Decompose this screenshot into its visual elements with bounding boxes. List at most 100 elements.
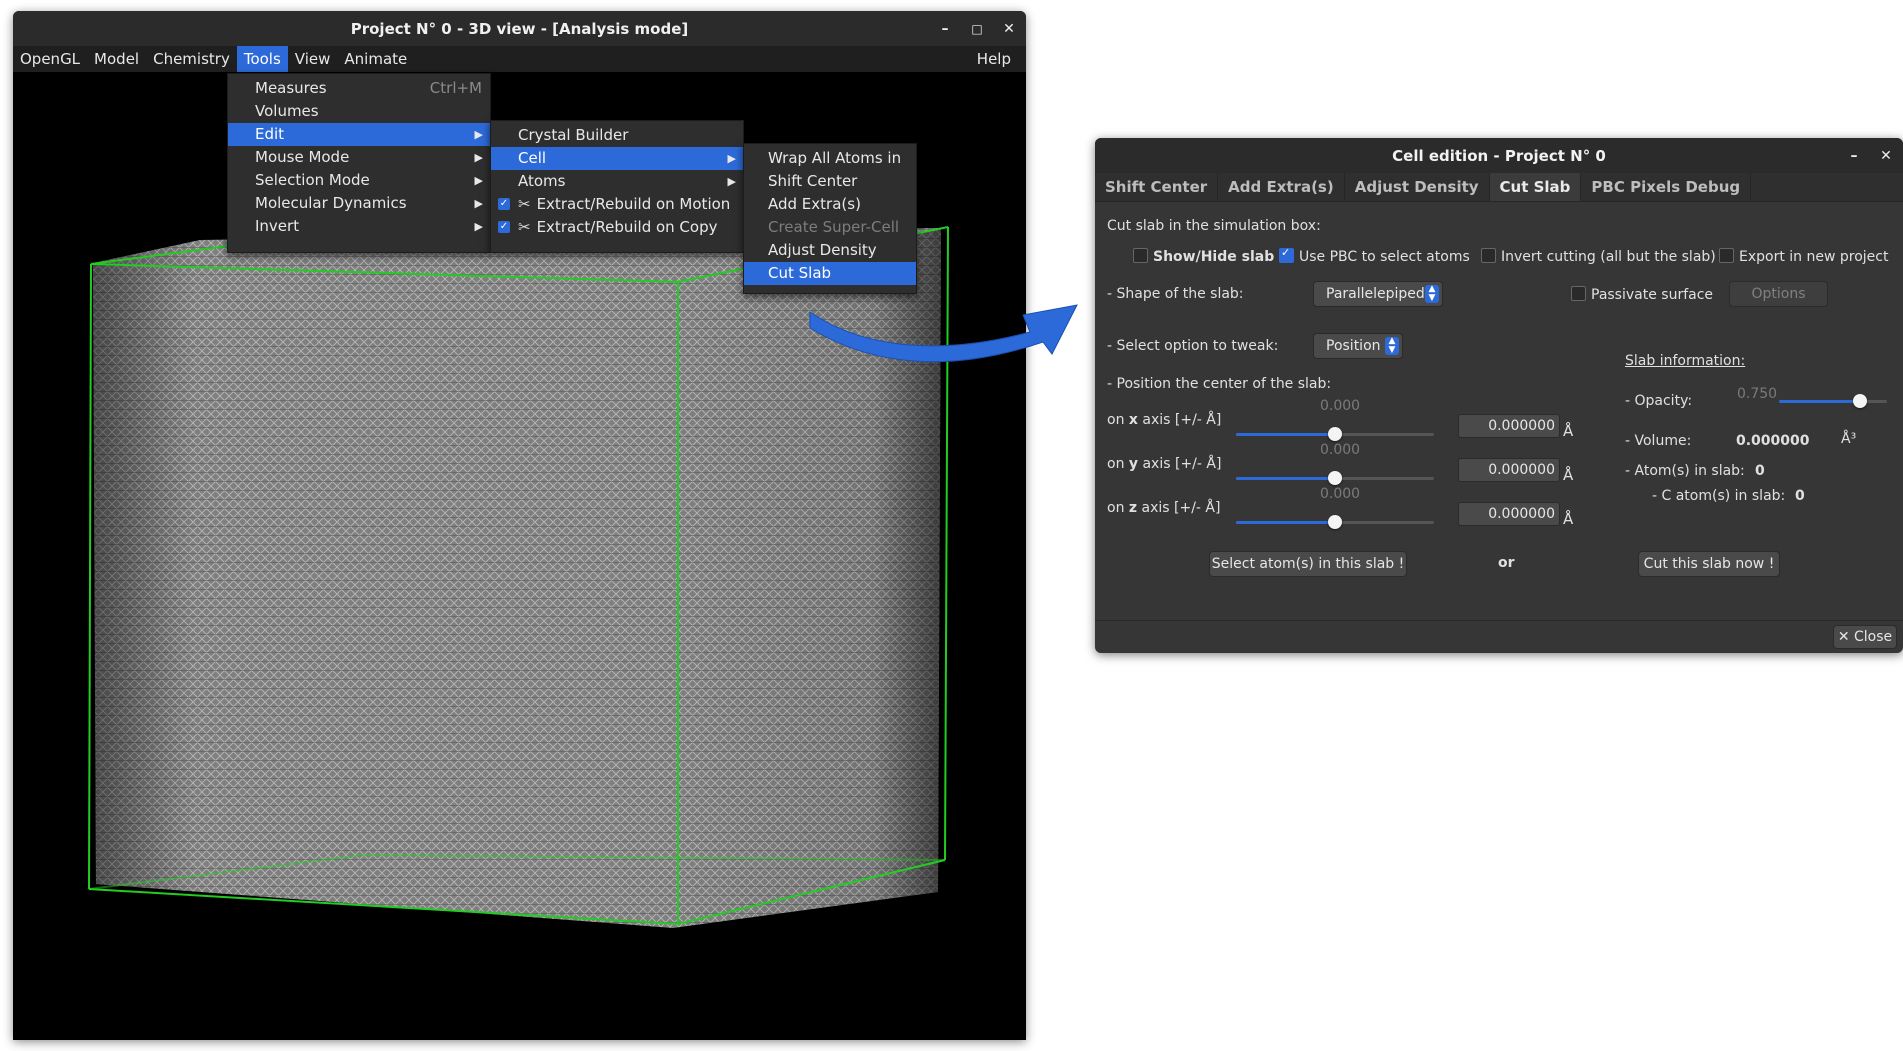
close-icon: ✕ (1837, 629, 1855, 645)
slider-knob[interactable] (1328, 471, 1342, 485)
menu-item-volumes[interactable]: Volumes (228, 100, 490, 123)
atoms-in-slab-value: 0 (1755, 463, 1765, 479)
show-hide-slab-checkbox[interactable]: Show/Hide slab (1133, 248, 1274, 265)
invert-cutting-checkbox[interactable]: Invert cutting (all but the slab) (1481, 248, 1716, 265)
menu-item-selection-mode[interactable]: Selection Mode ▶ (228, 169, 490, 192)
dialog-title: Cell edition - Project N° 0 (1392, 146, 1606, 165)
menu-item-label: Shift Center (768, 172, 858, 190)
tab-add-extras[interactable]: Add Extra(s) (1218, 173, 1345, 201)
tab-pbc-pixels-debug[interactable]: PBC Pixels Debug (1581, 173, 1752, 201)
axis-letter: y (1128, 456, 1139, 472)
menu-animate[interactable]: Animate (337, 46, 414, 72)
curved-arrow-icon (809, 304, 1078, 363)
tab-shift-center[interactable]: Shift Center (1095, 173, 1219, 201)
menu-item-label: Molecular Dynamics (255, 194, 407, 212)
checkbox-icon (1133, 248, 1148, 263)
close-icon[interactable]: ✕ (1000, 20, 1018, 38)
passivate-surface-checkbox[interactable]: Passivate surface (1571, 286, 1713, 303)
menu-item-label: Cut Slab (768, 264, 832, 282)
menu-item-adjust-density[interactable]: Adjust Density (744, 239, 916, 262)
entry-y[interactable]: 0.000000 (1458, 458, 1560, 482)
cut-slab-now-button[interactable]: Cut this slab now ! (1638, 551, 1780, 577)
scissors-icon: ✂ (518, 218, 531, 236)
entry-z[interactable]: 0.000000 (1458, 502, 1560, 526)
volume-value: 0.000000 (1736, 433, 1810, 449)
menu-item-label: Volumes (255, 102, 319, 120)
cell-submenu: Wrap All Atoms in Shift Center Add Extra… (743, 143, 917, 294)
dialog-tabs: Shift Center Add Extra(s) Adjust Density… (1095, 173, 1903, 202)
use-pbc-checkbox[interactable]: Use PBC to select atoms (1279, 246, 1470, 265)
submenu-arrow-icon: ▶ (474, 197, 483, 210)
opacity-value: 0.750 (1737, 386, 1778, 402)
menu-item-shift-center[interactable]: Shift Center (744, 170, 916, 193)
export-new-project-checkbox[interactable]: Export in new project (1719, 248, 1888, 265)
menu-item-extract-rebuild-motion[interactable]: ✓ ✂ Extract/Rebuild on Motion (491, 193, 743, 216)
menu-item-wrap-atoms[interactable]: Wrap All Atoms in (744, 147, 916, 170)
menu-model[interactable]: Model (87, 46, 146, 72)
menu-item-mouse-mode[interactable]: Mouse Mode ▶ (228, 146, 490, 169)
menu-item-label: Adjust Density (768, 241, 877, 259)
options-button[interactable]: Options (1729, 281, 1828, 307)
slider-knob[interactable] (1853, 394, 1867, 408)
menu-tools[interactable]: Tools (236, 46, 288, 72)
close-icon[interactable]: ✕ (1877, 147, 1895, 165)
menu-item-extract-rebuild-copy[interactable]: ✓ ✂ Extract/Rebuild on Copy (491, 216, 743, 239)
c-atoms-in-slab-value: 0 (1795, 488, 1805, 504)
c-atoms-in-slab-label: - C atom(s) in slab: (1652, 488, 1786, 504)
slider-z[interactable] (1236, 515, 1434, 529)
minimize-icon[interactable]: – (936, 20, 954, 38)
menu-item-invert[interactable]: Invert ▶ (228, 215, 490, 238)
close-button-label: Close (1854, 629, 1893, 645)
axis-suffix: axis [+/- Å] (1137, 412, 1222, 428)
tab-cut-slab[interactable]: Cut Slab (1489, 173, 1582, 201)
slider-y[interactable] (1236, 471, 1434, 485)
menu-opengl[interactable]: OpenGL (13, 46, 87, 72)
menu-item-create-super-cell: Create Super-Cell (744, 216, 916, 239)
check-icon: ✓ (498, 198, 510, 210)
tools-menu: Measures Ctrl+M Volumes Edit ▶ Mouse Mode ▶… (227, 73, 491, 253)
checkbox-icon (1571, 286, 1586, 301)
menu-item-label: Crystal Builder (518, 126, 629, 144)
tab-adjust-density[interactable]: Adjust Density (1345, 173, 1490, 201)
select-atoms-button[interactable]: Select atom(s) in this slab ! (1209, 551, 1407, 577)
tweak-combobox[interactable]: Position ▲ ▼ (1313, 333, 1403, 359)
opacity-slider[interactable] (1779, 394, 1887, 408)
menu-item-molecular-dynamics[interactable]: Molecular Dynamics ▶ (228, 192, 490, 215)
cut-slab-heading: Cut slab in the simulation box: (1107, 218, 1321, 234)
menu-item-cut-slab[interactable]: Cut Slab (744, 262, 916, 285)
axis-prefix: on (1107, 500, 1129, 516)
maximize-icon[interactable]: □ (968, 20, 986, 38)
submenu-arrow-icon: ▶ (474, 174, 483, 187)
volume-unit: Å³ (1841, 431, 1857, 447)
menu-item-label: Measures (255, 79, 327, 97)
menu-item-crystal-builder[interactable]: Crystal Builder (491, 124, 743, 147)
check-icon: ✓ (498, 221, 510, 233)
entry-x[interactable]: 0.000000 (1458, 414, 1560, 438)
menu-help[interactable]: Help (970, 46, 1018, 72)
menu-item-edit[interactable]: Edit ▶ (228, 123, 490, 146)
menu-item-cell[interactable]: Cell ▶ (491, 147, 743, 170)
main-window-titlebar[interactable]: Project N° 0 - 3D view - [Analysis mode]… (13, 11, 1026, 46)
edit-submenu: Crystal Builder Cell ▶ Atoms ▶ ✓ ✂ Extract/R… (490, 120, 744, 253)
slider-knob[interactable] (1328, 515, 1342, 529)
shape-combobox[interactable]: Parallelepiped ▲ ▼ (1313, 281, 1443, 307)
menu-item-add-extras[interactable]: Add Extra(s) (744, 193, 916, 216)
menu-view[interactable]: View (288, 46, 338, 72)
menu-item-label: Cell (518, 149, 547, 167)
menu-item-label: Invert (255, 217, 300, 235)
combobox-value: Parallelepiped (1326, 286, 1425, 302)
slider-knob[interactable] (1328, 427, 1342, 441)
slider-fill (1236, 433, 1335, 436)
menu-item-label: Extract/Rebuild on Copy (536, 218, 718, 236)
minimize-icon[interactable]: – (1845, 147, 1863, 165)
menu-item-measures[interactable]: Measures Ctrl+M (228, 77, 490, 100)
slider-x[interactable] (1236, 427, 1434, 441)
dialog-titlebar[interactable]: Cell edition - Project N° 0 – ✕ (1095, 138, 1903, 173)
close-button[interactable]: ✕ Close (1833, 625, 1897, 649)
shortcut-label: Ctrl+M (429, 79, 482, 97)
menu-item-atoms[interactable]: Atoms ▶ (491, 170, 743, 193)
menu-chemistry[interactable]: Chemistry (146, 46, 237, 72)
menu-item-label: Mouse Mode (255, 148, 350, 166)
menu-item-label: Wrap All Atoms in (768, 149, 902, 167)
axis-prefix: on (1107, 456, 1129, 472)
